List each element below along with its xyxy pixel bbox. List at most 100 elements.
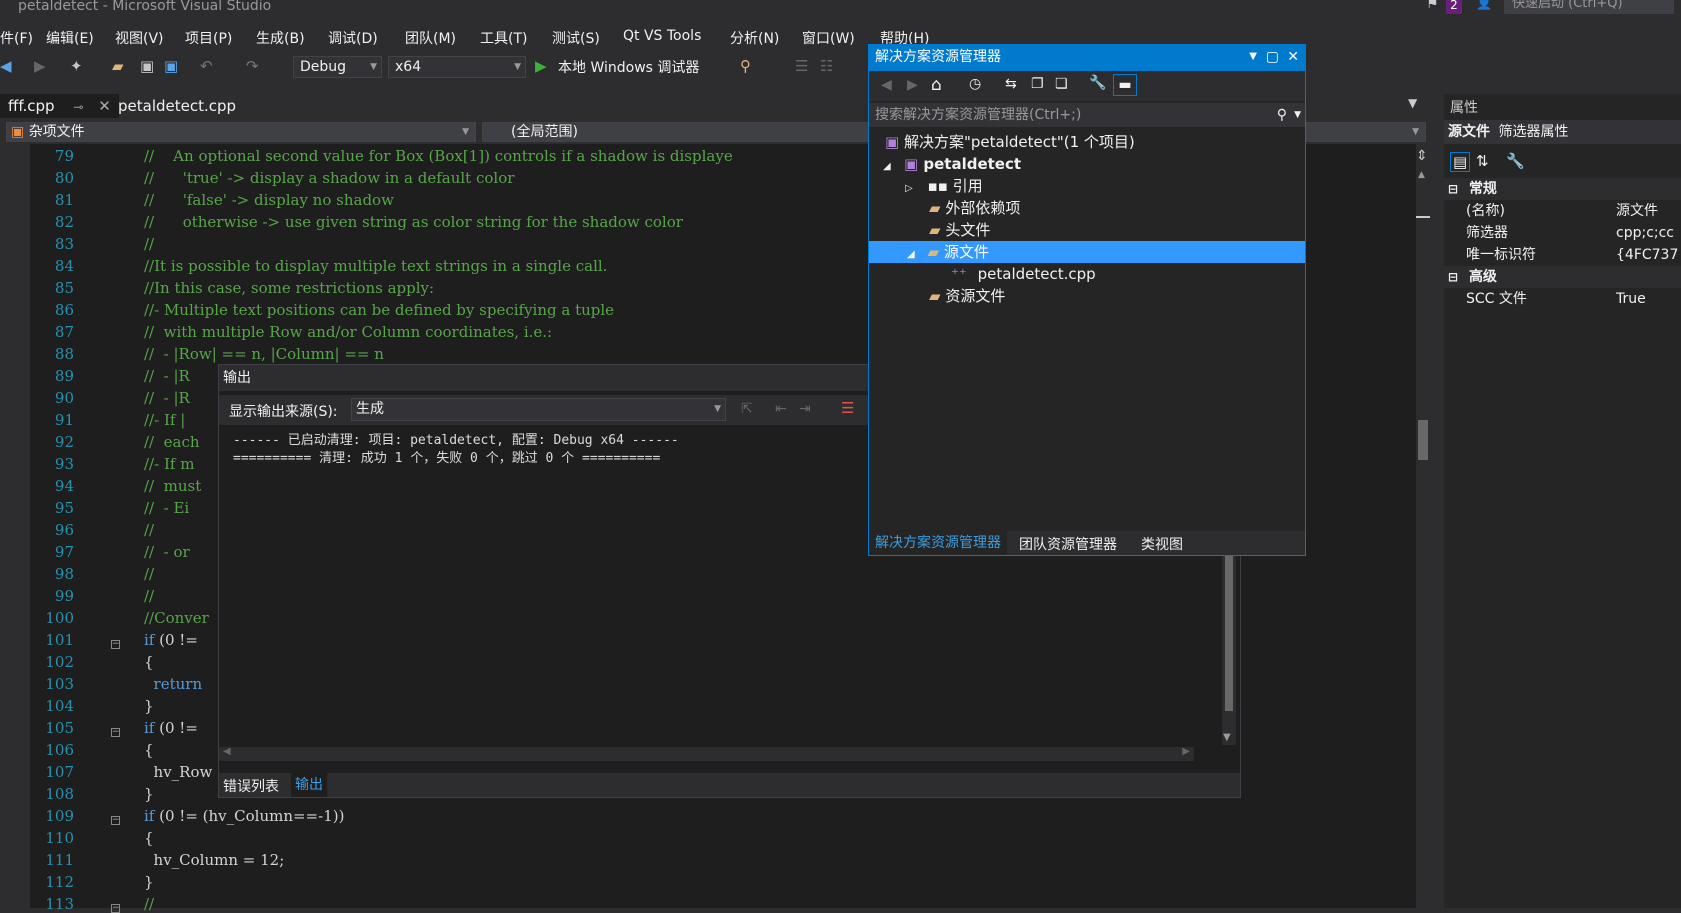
- code-line[interactable]: {: [144, 741, 154, 759]
- code-line[interactable]: // must: [144, 477, 201, 495]
- menu-debug[interactable]: 调试(D): [328, 28, 378, 48]
- collapse-icon[interactable]: −: [111, 728, 120, 737]
- tree-header-files[interactable]: ▰ 头文件: [929, 219, 990, 241]
- window-position-icon[interactable]: ▼: [1249, 45, 1257, 69]
- new-project-icon[interactable]: ✦: [70, 57, 83, 75]
- code-line[interactable]: //Conver: [144, 609, 209, 627]
- code-line[interactable]: if (0 != (hv_Column==-1)): [144, 807, 344, 825]
- code-line[interactable]: // - |Row| == n, |Column| == n: [144, 345, 384, 363]
- menu-tools[interactable]: 工具(T): [480, 28, 527, 48]
- menu-project[interactable]: 项目(P): [185, 28, 232, 48]
- maximize-icon[interactable]: ▢: [1266, 45, 1279, 69]
- code-line[interactable]: }: [144, 873, 154, 891]
- code-line[interactable]: }: [144, 697, 154, 715]
- alphabetical-icon[interactable]: ⇅: [1476, 152, 1489, 170]
- tab-solution-explorer[interactable]: 解决方案资源管理器: [869, 531, 1007, 555]
- code-line[interactable]: // with multiple Row and/or Column coord…: [144, 323, 552, 341]
- collapse-all-icon[interactable]: ❐: [1031, 76, 1044, 92]
- code-line[interactable]: //It is possible to display multiple tex…: [144, 257, 607, 275]
- code-line[interactable]: // 'false' -> display no shadow: [144, 191, 394, 209]
- split-editor-icon[interactable]: ⇕: [1416, 148, 1428, 164]
- editor-vertical-scrollbar[interactable]: ⇕ ▲: [1416, 144, 1430, 908]
- tab-output[interactable]: 输出: [291, 773, 327, 797]
- quick-launch-input[interactable]: 快速启动 (Ctrl+Q): [1504, 0, 1674, 14]
- save-icon[interactable]: ▣: [140, 57, 154, 75]
- property-row[interactable]: (名称) 源文件: [1444, 200, 1681, 222]
- code-line[interactable]: // - Ei: [144, 499, 189, 517]
- scrollbar-thumb[interactable]: [1418, 420, 1428, 460]
- pin-icon[interactable]: ⊸: [73, 100, 83, 114]
- search-icon[interactable]: ⚲: [1277, 103, 1287, 127]
- tree-external-deps[interactable]: ▰ 外部依赖项: [929, 197, 1020, 219]
- notification-badge[interactable]: 2: [1446, 0, 1462, 14]
- menu-team[interactable]: 团队(M): [405, 28, 456, 48]
- tab-fff-cpp[interactable]: fff.cpp ⊸ ✕: [0, 94, 119, 118]
- comment-icon[interactable]: ☰: [795, 57, 808, 75]
- prev-message-icon[interactable]: ⇤: [775, 401, 787, 417]
- menu-build[interactable]: 生成(B): [256, 28, 305, 48]
- solution-config-select[interactable]: Debug ▼: [293, 56, 382, 78]
- code-line[interactable]: //: [144, 587, 154, 605]
- category-general[interactable]: ⊟ 常规: [1444, 178, 1681, 200]
- menu-file[interactable]: 件(F): [0, 28, 33, 48]
- code-line[interactable]: //: [144, 895, 154, 913]
- code-line[interactable]: hv_Column = 12;: [144, 851, 285, 869]
- forward-icon[interactable]: ▶: [907, 77, 918, 93]
- code-line[interactable]: //- If m: [144, 455, 194, 473]
- collapse-icon[interactable]: −: [111, 640, 120, 649]
- property-row[interactable]: SCC 文件 True: [1444, 288, 1681, 310]
- start-debug-icon[interactable]: ▶: [535, 57, 547, 75]
- output-horizontal-scrollbar[interactable]: ◀ ▶: [219, 746, 1194, 761]
- category-advanced[interactable]: ⊟ 高级: [1444, 266, 1681, 288]
- menu-window[interactable]: 窗口(W): [802, 28, 855, 48]
- next-message-icon[interactable]: ⇥: [799, 401, 811, 417]
- tab-team-explorer[interactable]: 团队资源管理器: [1019, 534, 1117, 554]
- collapse-icon[interactable]: ⊟: [1448, 270, 1458, 284]
- save-all-icon[interactable]: ▣: [164, 57, 178, 75]
- redo-icon[interactable]: ↷: [246, 57, 259, 75]
- account-icon[interactable]: 👤: [1476, 0, 1492, 11]
- tree-resource-files[interactable]: ▰ 资源文件: [929, 285, 1005, 307]
- open-file-icon[interactable]: ▰: [112, 57, 124, 75]
- find-in-files-icon[interactable]: ⚲: [740, 57, 751, 75]
- code-line[interactable]: {: [144, 653, 154, 671]
- menu-qt-tools[interactable]: Qt VS Tools: [623, 28, 701, 44]
- go-to-message-icon[interactable]: ⇱: [741, 401, 753, 417]
- undo-icon[interactable]: ↶: [200, 57, 213, 75]
- forward-icon[interactable]: ▶: [34, 57, 46, 75]
- show-all-files-icon[interactable]: ❏: [1055, 76, 1068, 92]
- tab-class-view[interactable]: 类视图: [1141, 534, 1183, 554]
- collapse-icon[interactable]: ⊟: [1448, 182, 1458, 196]
- code-line[interactable]: if (0 !=: [144, 719, 198, 737]
- menu-edit[interactable]: 编辑(E): [46, 28, 94, 48]
- preview-selected-icon[interactable]: ▬: [1113, 74, 1137, 96]
- scroll-down-icon[interactable]: ▼: [1223, 732, 1231, 743]
- collapse-icon[interactable]: −: [111, 816, 120, 825]
- solution-search-input[interactable]: 搜索解决方案资源管理器(Ctrl+;) ⚲ ▼: [869, 103, 1305, 127]
- close-icon[interactable]: ✕: [98, 97, 111, 115]
- code-line[interactable]: // - or: [144, 543, 190, 561]
- tab-list-dropdown-icon[interactable]: ▼: [1408, 96, 1417, 110]
- code-line[interactable]: // otherwise -> use given string as colo…: [144, 213, 683, 231]
- scroll-up-icon[interactable]: ▲: [1418, 170, 1425, 180]
- start-debug-button[interactable]: 本地 Windows 调试器: [558, 57, 699, 77]
- categorized-icon[interactable]: ▤: [1450, 152, 1471, 172]
- output-source-select[interactable]: 生成 ▼: [351, 398, 726, 421]
- tree-project[interactable]: ◢ ▣ petaldetect: [883, 153, 1021, 175]
- tree-references[interactable]: ▷ ▪▪ 引用: [905, 175, 983, 197]
- tree-source-files[interactable]: ◢ ▰ 源文件: [907, 241, 989, 263]
- home-icon[interactable]: ⌂: [931, 75, 942, 95]
- code-line[interactable]: // - |R: [144, 367, 190, 385]
- code-line[interactable]: // - |R: [144, 389, 190, 407]
- tree-solution[interactable]: ▣ 解决方案"petaldetect"(1 个项目): [885, 131, 1135, 153]
- code-line[interactable]: //: [144, 521, 154, 539]
- scroll-right-icon[interactable]: ▶: [1182, 746, 1190, 757]
- code-line[interactable]: //: [144, 565, 154, 583]
- platform-select[interactable]: x64 ▼: [388, 56, 526, 78]
- code-line[interactable]: //- If |: [144, 411, 185, 429]
- chevron-down-icon[interactable]: ▼: [1294, 103, 1301, 127]
- collapse-icon[interactable]: −: [111, 904, 120, 913]
- scroll-left-icon[interactable]: ◀: [223, 746, 231, 757]
- project-scope-select[interactable]: ▣ 杂项文件 ▼: [6, 122, 476, 142]
- code-line[interactable]: // each: [144, 433, 200, 451]
